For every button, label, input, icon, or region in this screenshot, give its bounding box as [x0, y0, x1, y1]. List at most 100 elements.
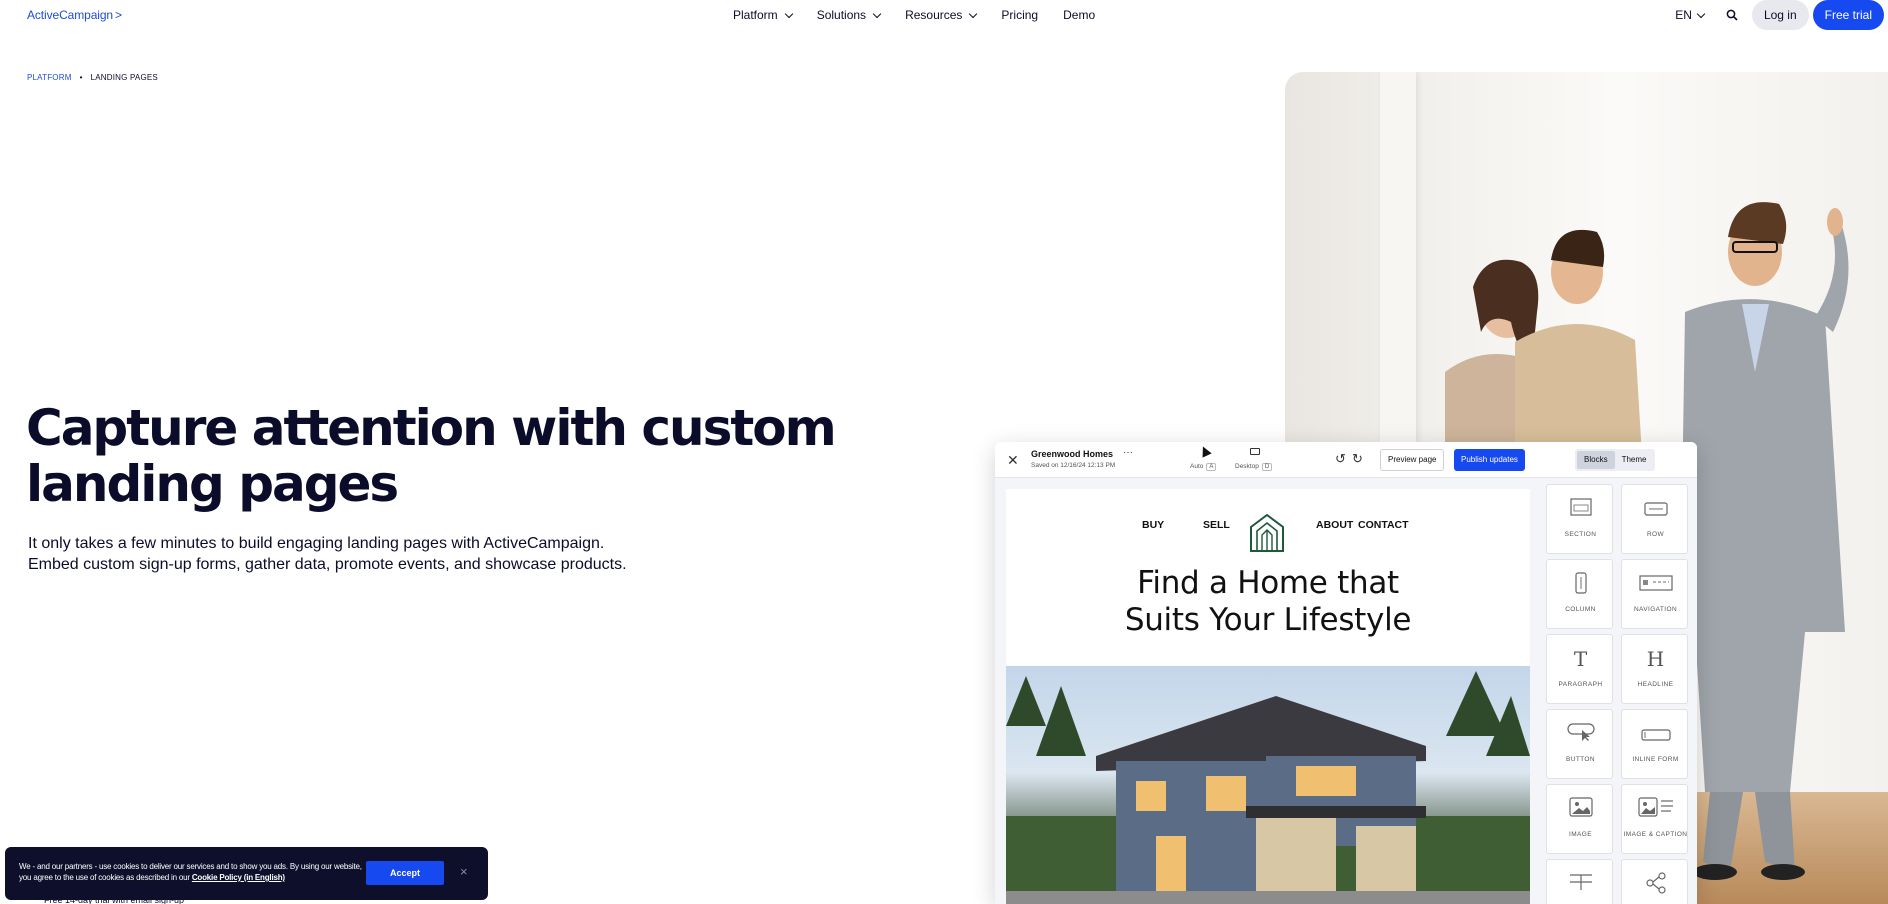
page-title-line-1: Capture attention with custom: [26, 399, 837, 457]
close-icon[interactable]: ✕: [1007, 452, 1019, 469]
canvas-nav-contact: CONTACT: [1358, 519, 1409, 531]
navigation-icon: [1622, 572, 1689, 598]
nav-item-label: Resources: [905, 8, 963, 22]
canvas-nav-about: ABOUT: [1316, 519, 1354, 531]
block-divider[interactable]: [1546, 859, 1613, 904]
block-inline-form[interactable]: INLINE FORM: [1621, 709, 1688, 779]
preview-page-button[interactable]: Preview page: [1380, 449, 1445, 471]
editor-page-name: Greenwood Homes: [1031, 449, 1114, 459]
block-label: IMAGE & CAPTION: [1623, 831, 1688, 838]
editor-panel-tabs: Blocks Theme: [1575, 449, 1656, 471]
block-label: INLINE FORM: [1632, 756, 1679, 763]
desktop-label: Desktop: [1235, 463, 1259, 470]
headline-icon: H: [1646, 647, 1665, 671]
hero-subtitle-line-1: It only takes a few minutes to build eng…: [28, 535, 605, 552]
accept-cookies-button[interactable]: Accept: [366, 861, 444, 885]
house-illustration: [1006, 671, 1530, 904]
canvas-headline: Find a Home that Suits Your Lifestyle: [1006, 565, 1530, 639]
block-label: HEADLINE: [1637, 681, 1674, 688]
chevron-down-icon: [969, 9, 978, 18]
block-row[interactable]: ROW: [1621, 484, 1688, 554]
block-label: ROW: [1646, 531, 1665, 538]
hero-subtitle-line-2: Embed custom sign-up forms, gather data,…: [28, 556, 627, 573]
top-navigation: ActiveCampaign > Platform Solutions Resou…: [0, 0, 1888, 30]
landing-page-editor: ✕ Greenwood Homes ··· Saved on 12/16/24 …: [995, 442, 1697, 904]
logo-chevron-icon: >: [114, 8, 122, 22]
publish-updates-button[interactable]: Publish updates: [1454, 449, 1525, 471]
page-title: Capture attention with custom landing pa…: [26, 400, 846, 512]
inline-form-icon: [1622, 722, 1689, 748]
tab-blocks[interactable]: Blocks: [1577, 451, 1615, 469]
block-paragraph[interactable]: T PARAGRAPH: [1546, 634, 1613, 704]
block-section[interactable]: SECTION: [1546, 484, 1613, 554]
breadcrumb-current: LANDING PAGES: [90, 73, 158, 82]
canvas-headline-line-2: Suits Your Lifestyle: [1124, 602, 1412, 638]
desktop-view-toggle[interactable]: Desktop D: [1235, 463, 1273, 471]
block-label: IMAGE: [1569, 831, 1592, 838]
language-label: EN: [1675, 8, 1692, 22]
breadcrumb-separator: •: [79, 73, 83, 82]
chevron-down-icon: [872, 9, 882, 18]
hero-subtitle: It only takes a few minutes to build eng…: [28, 533, 828, 575]
block-button[interactable]: BUTTON: [1546, 709, 1613, 779]
utility-navigation: EN Log in Free trial: [1675, 0, 1888, 30]
close-icon[interactable]: ×: [460, 864, 468, 879]
nav-item-resources[interactable]: Resources: [905, 8, 978, 22]
nav-item-label: Platform: [733, 8, 778, 22]
image-icon: [1547, 797, 1614, 823]
mouse-cursor-icon: [1198, 444, 1212, 458]
nav-item-solutions[interactable]: Solutions: [816, 8, 882, 22]
block-headline[interactable]: H HEADLINE: [1621, 634, 1688, 704]
nav-item-demo[interactable]: Demo: [1063, 8, 1095, 22]
tab-theme[interactable]: Theme: [1615, 451, 1654, 469]
auto-shortcut: A: [1206, 463, 1217, 471]
language-selector[interactable]: EN: [1675, 8, 1706, 22]
canvas-nav-sell: SELL: [1203, 519, 1230, 531]
desktop-icon: [1250, 448, 1260, 455]
nav-item-platform[interactable]: Platform: [733, 8, 793, 22]
block-label: BUTTON: [1565, 756, 1595, 763]
main-menu: Platform Solutions Resources Pricing Dem…: [733, 8, 1120, 22]
login-button[interactable]: Log in: [1751, 0, 1809, 30]
share-icon: [1622, 872, 1689, 898]
editor-canvas: BUY SELL ABOUT CONTACT Find a Home that …: [1006, 489, 1530, 904]
page-title-line-2: landing pages: [26, 455, 399, 513]
section-icon: [1547, 497, 1614, 523]
divider-icon: [1547, 872, 1614, 898]
logo-text: ActiveCampaign: [27, 8, 113, 22]
nav-item-pricing[interactable]: Pricing: [1001, 8, 1038, 22]
canvas-headline-line-1: Find a Home that: [1137, 565, 1399, 601]
redo-icon[interactable]: ↻: [1352, 451, 1363, 467]
greenwood-logo-icon: [1250, 513, 1284, 552]
breadcrumb: PLATFORM • LANDING PAGES: [27, 73, 158, 82]
block-label: SECTION: [1564, 531, 1597, 538]
auto-label: Auto: [1190, 463, 1204, 470]
nav-item-label: Solutions: [816, 8, 867, 22]
auto-view-toggle[interactable]: Auto A: [1190, 463, 1217, 471]
free-trial-button[interactable]: Free trial: [1812, 0, 1884, 30]
cookie-text: We - and our partners - use cookies to d…: [19, 861, 369, 883]
cookie-banner: We - and our partners - use cookies to d…: [5, 847, 488, 900]
desktop-shortcut: D: [1261, 463, 1273, 471]
breadcrumb-platform-link[interactable]: PLATFORM: [27, 73, 72, 82]
chevron-down-icon: [1696, 9, 1706, 18]
cookie-policy-link[interactable]: Cookie Policy (in English): [192, 873, 285, 882]
more-options-icon[interactable]: ···: [1123, 447, 1133, 458]
chevron-down-icon: [784, 9, 793, 18]
row-icon: [1622, 497, 1689, 523]
block-social[interactable]: [1621, 859, 1688, 904]
editor-toolbar: ✕ Greenwood Homes ··· Saved on 12/16/24 …: [995, 442, 1697, 478]
activecampaign-logo[interactable]: ActiveCampaign >: [27, 8, 122, 22]
block-image-caption[interactable]: IMAGE & CAPTION: [1621, 784, 1688, 854]
nav-item-label: Pricing: [1001, 8, 1039, 22]
block-column[interactable]: COLUMN: [1546, 559, 1613, 629]
button-icon: [1547, 722, 1614, 748]
editor-saved-status: Saved on 12/16/24 12:13 PM: [1031, 462, 1116, 469]
column-icon: [1547, 572, 1614, 598]
image-caption-icon: [1622, 797, 1689, 823]
block-navigation[interactable]: NAVIGATION: [1621, 559, 1688, 629]
undo-icon[interactable]: ↺: [1335, 451, 1346, 467]
search-icon[interactable]: [1726, 9, 1738, 21]
block-label: COLUMN: [1565, 606, 1596, 613]
block-image[interactable]: IMAGE: [1546, 784, 1613, 854]
